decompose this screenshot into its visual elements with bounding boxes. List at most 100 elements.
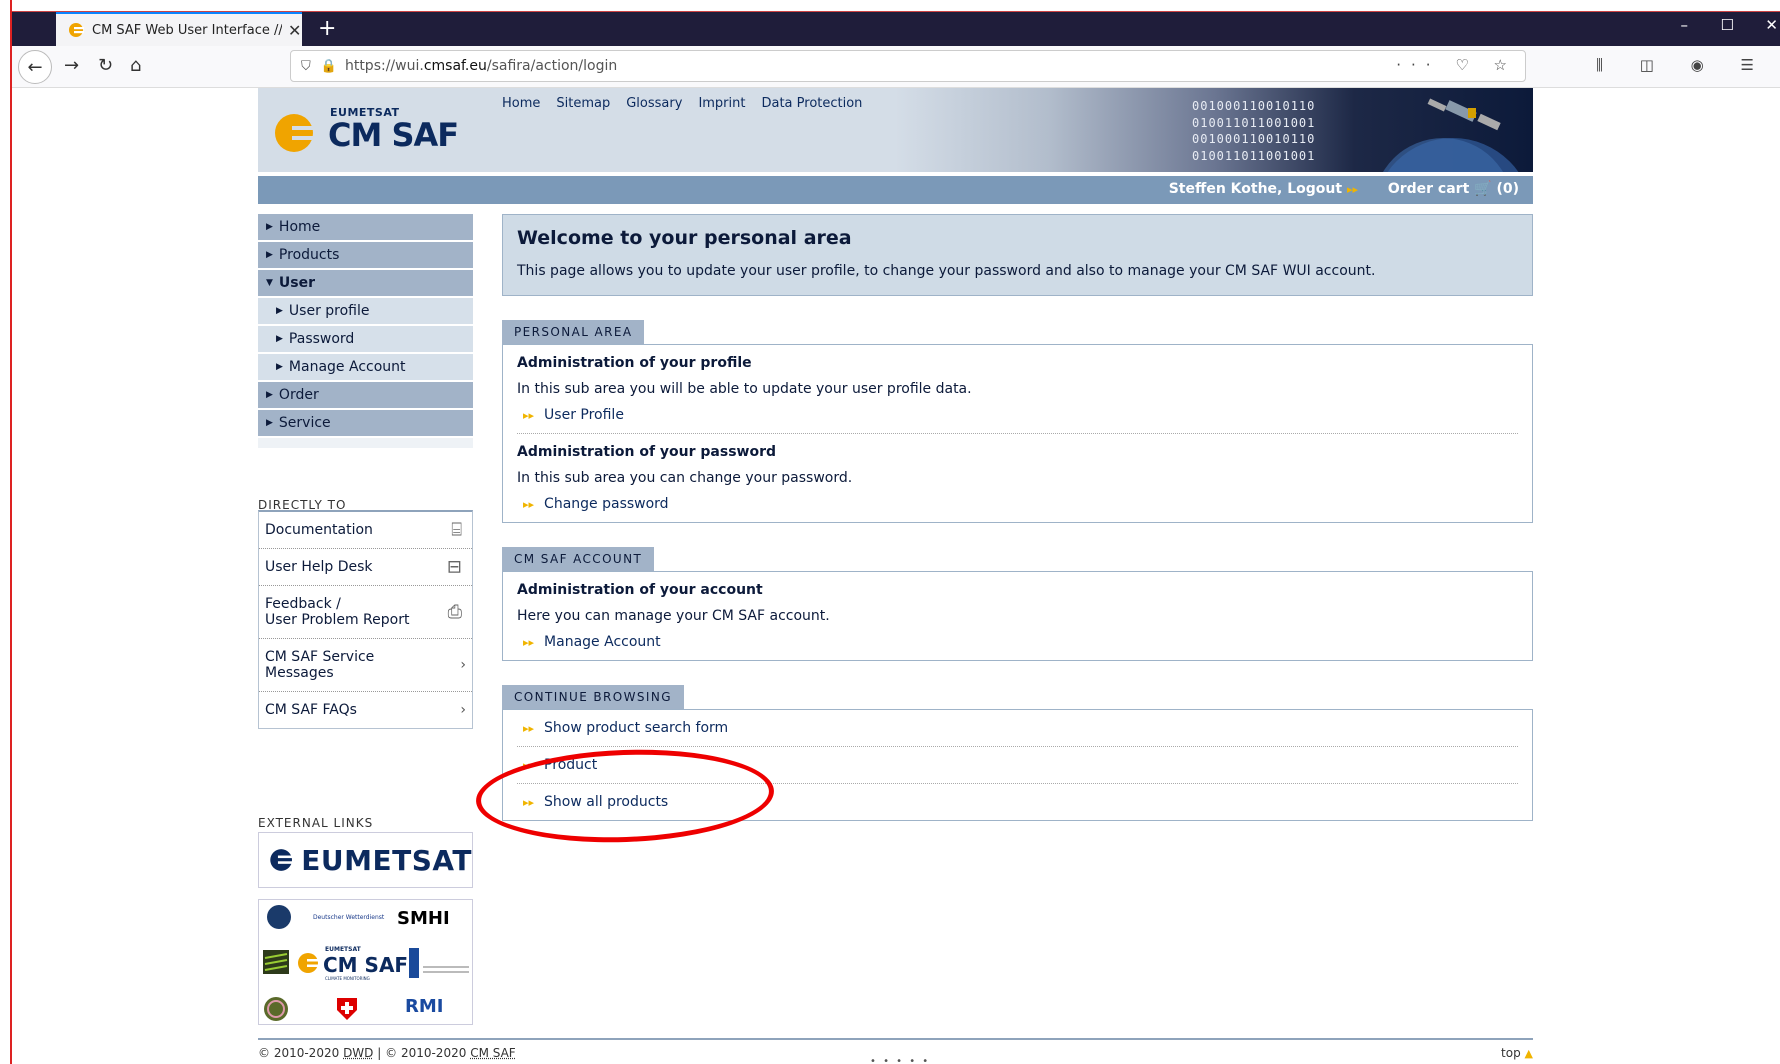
caret-right-icon: ▶ [276,362,283,372]
footer-copyright-dwd: © 2010-2020 [258,1046,340,1060]
double-arrow-icon: ▸▸ [1346,183,1358,196]
cmsaf-partner-logo[interactable]: CM SAF [323,953,408,977]
menu-subitem-user-profile[interactable]: ▶ User profile [258,298,473,324]
account-admin-title: Administration of your account [517,582,763,598]
footer-separator: | [377,1046,382,1060]
footer-copyright-cmsaf: © 2010-2020 [385,1046,467,1060]
lock-icon[interactable]: 🔒 [321,59,337,74]
fmi-logo-icon[interactable] [263,996,289,1022]
main-content: Welcome to your personal area This page … [502,214,1533,821]
menu-subitem-password[interactable]: ▶ Password [258,326,473,352]
cnrs-logo-icon[interactable] [265,904,293,930]
topnav-data-protection[interactable]: Data Protection [761,96,862,111]
library-sidebar-account-icon[interactable]: ⫼ ◫ ◉ ☰ [1596,56,1770,74]
footer-dwd-link[interactable]: DWD [343,1046,373,1060]
shield-icon[interactable]: ⛉ [301,59,311,74]
new-tab-icon[interactable]: + [318,16,336,41]
menu-bottom [258,438,473,448]
top-nav: Home Sitemap Glossary Imprint Data Prote… [502,96,862,111]
profile-admin-text: In this sub area you will be able to upd… [517,381,972,397]
page-actions-icon[interactable]: ··· ♡ ☆ [1396,56,1517,74]
partner-logos: Deutscher Wetterdienst SMHI EUMETSAT CM … [258,899,473,1025]
sun-logo-icon [275,114,320,152]
manage-account-link[interactable]: ▸▸ Manage Account [517,634,1518,650]
meteoswiss-logo-icon[interactable] [335,996,359,1020]
caret-right-icon: ▶ [276,334,283,344]
browser-tab[interactable]: CM SAF Web User Interface // L ✕ [56,12,302,46]
order-cart-link[interactable]: Order cart 🛒 (0) [1388,181,1519,197]
user-profile-link[interactable]: ▸▸ User Profile [517,407,1518,423]
personal-area-box: Administration of your profile In this s… [502,344,1533,523]
menu-item-service[interactable]: ▶ Service [258,410,473,436]
smhi-logo[interactable]: SMHI [397,908,450,929]
cmsaf-favicon-icon [69,23,84,37]
nav-toolbar: ← → ↻ ⌂ ⛉ 🔒 https://wui.cmsaf.eu/safira/… [12,46,1780,88]
external-links-heading: EXTERNAL LINKS [258,816,374,830]
directly-to-box: Documentation ⌸ User Help Desk ⊟ Feedback … [258,510,473,729]
maximize-icon[interactable]: ☐ [1721,16,1734,34]
password-admin-title: Administration of your password [517,444,777,460]
welcome-text: This page allows you to update your user… [517,263,1376,279]
minimize-icon[interactable]: – [1681,16,1689,34]
show-product-search-form-link[interactable]: ▸▸ Show product search form [517,720,1518,736]
close-window-icon[interactable]: ✕ [1765,16,1778,34]
double-arrow-icon: ▸▸ [523,408,535,422]
menu-item-products[interactable]: ▶ Products [258,242,473,268]
menu-item-user[interactable]: ▼ User [258,270,473,296]
topnav-glossary[interactable]: Glossary [626,96,682,111]
url-text[interactable]: https://wui.cmsaf.eu/safira/action/login [345,58,617,74]
change-password-link[interactable]: ▸▸ Change password [517,496,1518,512]
metoffice-logo-icon[interactable] [263,950,289,974]
caret-up-icon: ▲ [1524,1047,1533,1060]
caret-down-icon: ▼ [266,278,273,288]
topnav-imprint[interactable]: Imprint [698,96,745,111]
directly-faqs[interactable]: CM SAF FAQs › [259,692,472,728]
chevron-right-icon: › [460,657,466,673]
topnav-sitemap[interactable]: Sitemap [556,96,610,111]
forward-arrow-icon[interactable]: → [64,55,79,76]
divider [517,746,1518,747]
password-admin-text: In this sub area you can change your pas… [517,470,853,486]
eumetsat-logo-text: EUMETSAT [301,843,472,877]
window-left-edge [0,0,12,1064]
rmi-logo[interactable]: RMI [405,996,443,1017]
dwd-logo[interactable]: Deutscher Wetterdienst [313,914,384,921]
reload-icon[interactable]: ↻ [98,55,113,76]
directly-service-messages[interactable]: CM SAF Service Messages › [259,639,472,692]
caret-right-icon: ▶ [266,222,273,232]
eumetsat-link[interactable]: EUMETSAT [258,832,473,888]
help-desk-icon: ⊟ [446,556,462,578]
user-logout-link[interactable]: Steffen Kothe, Logout ▸▸ [1169,181,1358,197]
continue-browsing-tab: CONTINUE BROWSING [502,685,684,709]
feedback-icon: ⎙ [447,601,462,623]
directly-feedback[interactable]: Feedback / User Problem Report ⎙ [259,586,472,639]
menu-subitem-manage-account[interactable]: ▶ Manage Account [258,354,473,380]
eumetsat-logo-icon [270,849,294,871]
double-arrow-icon: ▸▸ [523,635,535,649]
documentation-icon: ⌸ [451,519,462,541]
cart-icon: 🛒 [1474,181,1492,197]
back-to-top-link[interactable]: top ▲ [1501,1046,1533,1060]
satellite-earth-image [1382,98,1519,172]
knmi-logo-icon[interactable] [409,948,471,978]
personal-area-tab: PERSONAL AREA [502,320,645,344]
window-top-edge [0,0,1780,12]
welcome-title: Welcome to your personal area [517,227,852,249]
directly-documentation[interactable]: Documentation ⌸ [259,512,472,549]
logo-name-text: CM SAF [328,116,459,154]
back-arrow-icon[interactable]: ← [18,50,52,84]
menu-item-home[interactable]: ▶ Home [258,214,473,240]
directly-user-help-desk[interactable]: User Help Desk ⊟ [259,549,472,586]
caret-right-icon: ▶ [266,418,273,428]
double-arrow-icon: ▸▸ [523,497,535,511]
tab-close-icon[interactable]: ✕ [288,21,301,40]
url-bar[interactable]: ⛉ 🔒 https://wui.cmsaf.eu/safira/action/l… [290,50,1526,82]
home-icon[interactable]: ⌂ [130,55,141,76]
footer-cmsaf-link[interactable]: CM SAF [470,1046,516,1060]
tab-title: CM SAF Web User Interface // L [92,22,282,38]
double-arrow-icon: ▸▸ [523,721,535,735]
menu-item-order[interactable]: ▶ Order [258,382,473,408]
cmsaf-small-sun-icon [298,953,321,973]
topnav-home[interactable]: Home [502,96,540,111]
binary-decoration: 001000110010110 010011011001001 00100011… [1192,99,1316,163]
